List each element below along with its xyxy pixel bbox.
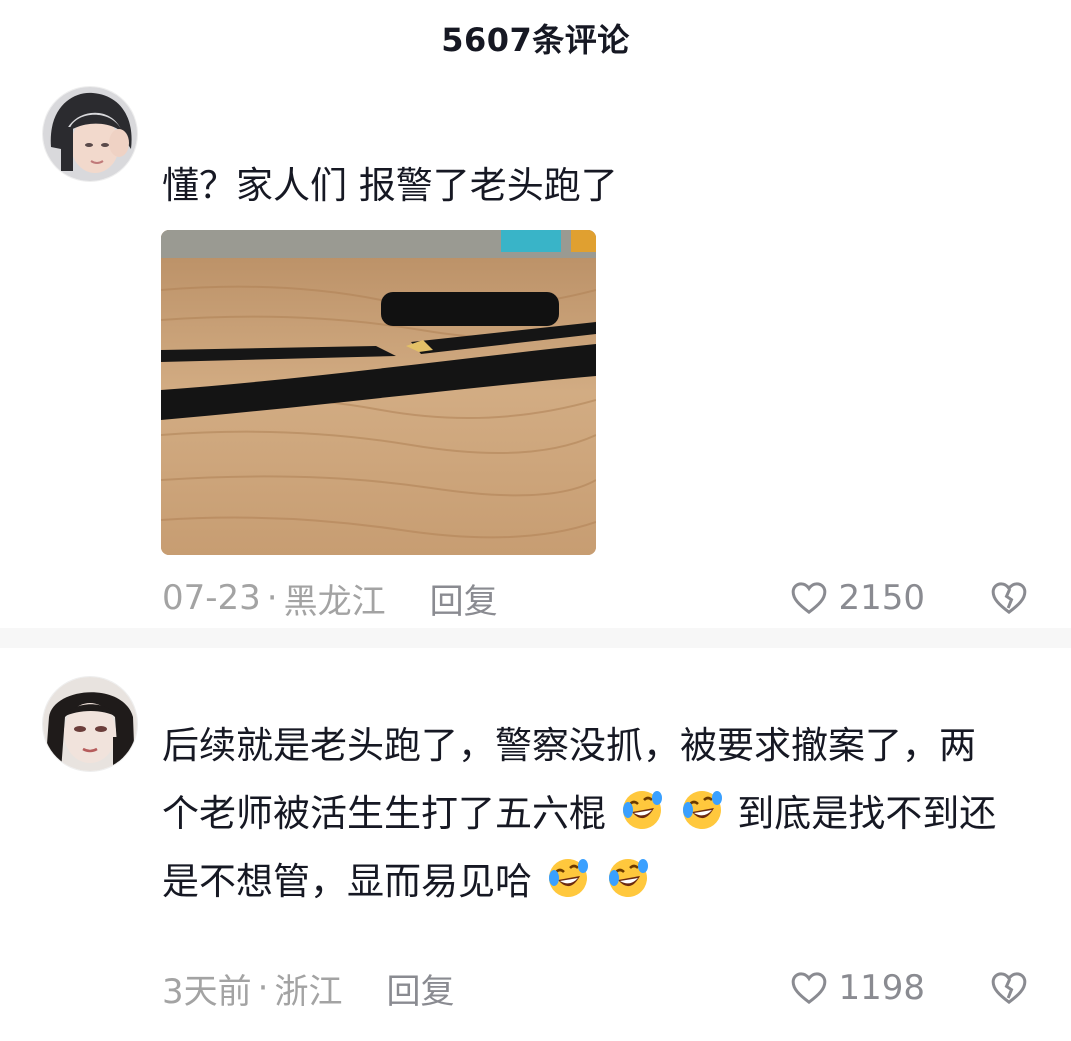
comment-date: 07-23 xyxy=(162,578,261,618)
meta-separator: · xyxy=(257,968,269,1008)
reply-button[interactable]: 回复 xyxy=(386,964,454,1013)
avatar-image xyxy=(43,87,137,181)
comment-item: 懂？家人们 报警了老头跑了 07-23 · 黑龙江 回复 2150 xyxy=(0,76,1071,626)
comment-meta: 07-23 · 黑龙江 回复 xyxy=(162,573,498,623)
rofl-emoji-icon xyxy=(622,791,662,829)
reply-button[interactable]: 回复 xyxy=(430,574,498,623)
rofl-emoji-icon xyxy=(608,859,648,897)
like-count: 2150 xyxy=(838,578,925,618)
comments-count-title: 5607条评论 xyxy=(441,21,630,59)
like-count: 1198 xyxy=(838,968,925,1008)
comment-item: 后续就是老头跑了，警察没抓，被要求撤案了，两个老师被活生生打了五六棍 到底是找不… xyxy=(0,650,1071,1030)
broken-heart-icon[interactable] xyxy=(989,578,1029,618)
comment-text: 后续就是老头跑了，警察没抓，被要求撤案了，两个老师被活生生打了五六棍 到底是找不… xyxy=(162,712,1011,916)
comment-date: 3天前 xyxy=(162,971,252,1012)
rofl-emoji-icon xyxy=(548,859,588,897)
comment-image[interactable] xyxy=(161,230,596,555)
comment-meta: 3天前 · 浙江 回复 xyxy=(162,963,454,1013)
heart-outline-icon xyxy=(792,972,827,1005)
avatar[interactable] xyxy=(42,86,138,182)
like-button[interactable]: 2150 xyxy=(788,573,925,623)
meta-separator: · xyxy=(266,578,278,618)
comment-divider xyxy=(0,628,1071,648)
avatar[interactable] xyxy=(42,676,138,772)
rofl-emoji-icon xyxy=(682,791,722,829)
heart-outline-icon xyxy=(792,582,827,615)
avatar-image xyxy=(43,677,137,771)
like-button[interactable]: 1198 xyxy=(788,963,925,1013)
comment-location: 黑龙江 xyxy=(283,581,386,622)
broken-wooden-sword-photo xyxy=(161,230,596,555)
broken-heart-icon[interactable] xyxy=(989,968,1029,1008)
comment-text: 懂？家人们 报警了老头跑了 xyxy=(162,164,618,207)
comment-location: 浙江 xyxy=(274,971,343,1012)
